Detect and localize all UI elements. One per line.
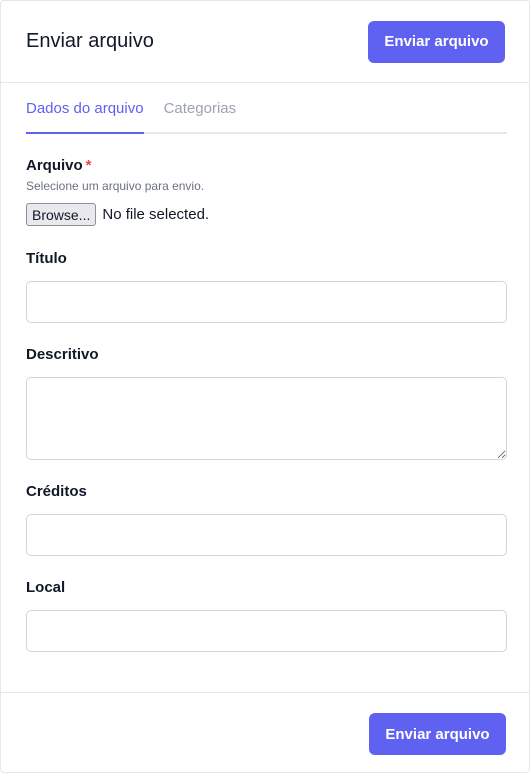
credits-field-label: Créditos (26, 483, 87, 500)
modal-footer: Enviar arquivo (1, 692, 529, 772)
location-field-label: Local (26, 579, 66, 596)
header-submit-button[interactable]: Enviar arquivo (368, 20, 505, 63)
location-input[interactable] (26, 610, 507, 652)
browse-button[interactable]: Browse... (26, 203, 97, 226)
upload-file-modal: Enviar arquivo Enviar arquivo Dados do a… (0, 0, 530, 773)
modal-title: Enviar arquivo (26, 30, 154, 52)
modal-header: Enviar arquivo Enviar arquivo (1, 1, 529, 83)
tab-bar: Dados do arquivo Categorias (26, 83, 507, 134)
file-picker: Browse... No file selected. (26, 203, 209, 226)
credits-input[interactable] (26, 514, 507, 556)
footer-submit-button[interactable]: Enviar arquivo (369, 713, 506, 755)
required-mark: * (85, 157, 92, 174)
file-field-label: Arquivo * (26, 157, 92, 174)
title-field-label: Título (26, 250, 67, 267)
file-hint: Selecione um arquivo para envio. (26, 179, 205, 193)
title-input[interactable] (26, 281, 507, 323)
file-label-text: Arquivo (26, 157, 83, 174)
tab-file-data[interactable]: Dados do arquivo (26, 83, 144, 134)
description-field-label: Descritivo (26, 346, 99, 363)
description-textarea[interactable] (26, 377, 507, 460)
tab-categories[interactable]: Categorias (164, 83, 237, 132)
file-status: No file selected. (102, 206, 210, 223)
